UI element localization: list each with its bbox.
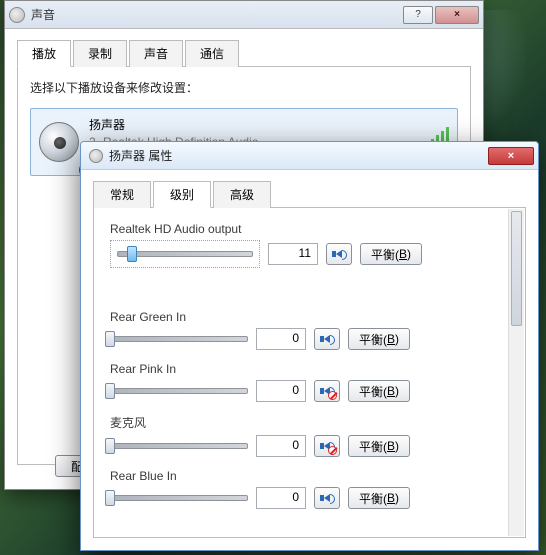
- control-label: 麦克风: [110, 414, 509, 431]
- volume-value[interactable]: 0: [256, 328, 306, 350]
- properties-title: 扬声器 属性: [109, 147, 172, 164]
- close-button[interactable]: ×: [488, 147, 534, 165]
- control-row: 0 平衡(B): [110, 328, 509, 350]
- slider-thumb[interactable]: [105, 490, 115, 506]
- volume-value[interactable]: 0: [256, 435, 306, 457]
- vertical-scrollbar[interactable]: [508, 209, 524, 536]
- slider-thumb[interactable]: [105, 438, 115, 454]
- speaker-small-icon: [89, 149, 103, 163]
- volume-control: 麦克风 0 平衡(B): [110, 414, 509, 457]
- volume-slider[interactable]: [117, 244, 253, 264]
- volume-control: Rear Green In 0 平衡(B): [110, 310, 509, 350]
- volume-slider[interactable]: [110, 381, 248, 401]
- slider-thumb[interactable]: [105, 383, 115, 399]
- control-label: Rear Pink In: [110, 362, 509, 376]
- mute-button[interactable]: [326, 243, 352, 265]
- instruction-text: 选择以下播放设备来修改设置：: [30, 79, 458, 96]
- muted-indicator-icon: [328, 391, 337, 400]
- balance-button[interactable]: 平衡(B): [348, 435, 410, 457]
- balance-button[interactable]: 平衡(B): [348, 328, 410, 350]
- levels-panel: Realtek HD Audio output11平衡(B)Rear Green…: [93, 208, 526, 538]
- close-button[interactable]: ×: [435, 6, 479, 24]
- control-label: Rear Green In: [110, 310, 509, 324]
- volume-control: Rear Blue In 0 平衡(B): [110, 469, 509, 509]
- properties-titlebar[interactable]: 扬声器 属性 ×: [81, 142, 538, 170]
- control-row: 0 平衡(B): [110, 487, 509, 509]
- device-name: 扬声器: [89, 117, 258, 134]
- speaker-icon: [324, 335, 330, 343]
- balance-button[interactable]: 平衡(B): [348, 487, 410, 509]
- properties-body: 常规 级别 高级 Realtek HD Audio output11平衡(B)R…: [81, 170, 538, 550]
- volume-slider[interactable]: [110, 488, 248, 508]
- help-button[interactable]: ?: [403, 6, 433, 24]
- sound-window-title: 声音: [31, 6, 55, 23]
- balance-button[interactable]: 平衡(B): [348, 380, 410, 402]
- mute-button[interactable]: [314, 435, 340, 457]
- volume-value[interactable]: 0: [256, 487, 306, 509]
- slider-thumb[interactable]: [105, 331, 115, 347]
- control-row: 0 平衡(B): [110, 435, 509, 457]
- speaker-icon: [39, 122, 79, 162]
- sound-tabs: 播放 录制 声音 通信: [17, 39, 471, 67]
- scrollbar-thumb[interactable]: [511, 211, 522, 326]
- tab-levels[interactable]: 级别: [153, 181, 211, 208]
- mute-button[interactable]: [314, 328, 340, 350]
- sound-window-titlebar[interactable]: 声音 ? ×: [5, 1, 483, 29]
- tab-recording[interactable]: 录制: [73, 40, 127, 67]
- balance-button[interactable]: 平衡(B): [360, 243, 422, 265]
- mute-button[interactable]: [314, 380, 340, 402]
- speaker-icon: [324, 494, 330, 502]
- volume-slider[interactable]: [110, 436, 248, 456]
- volume-slider[interactable]: [110, 329, 248, 349]
- speaker-small-icon: [9, 7, 25, 23]
- slider-thumb[interactable]: [127, 246, 137, 262]
- tab-advanced[interactable]: 高级: [213, 181, 271, 208]
- control-row: 0 平衡(B): [110, 380, 509, 402]
- control-label: Rear Blue In: [110, 469, 509, 483]
- tab-sounds[interactable]: 声音: [129, 40, 183, 67]
- volume-control: Realtek HD Audio output 11 平衡(B): [110, 222, 509, 268]
- tab-communications[interactable]: 通信: [185, 40, 239, 67]
- speaker-icon: [336, 250, 342, 258]
- properties-tabs: 常规 级别 高级: [93, 180, 526, 208]
- control-row: 11 平衡(B): [110, 240, 509, 268]
- tab-general[interactable]: 常规: [93, 181, 151, 208]
- muted-indicator-icon: [328, 446, 337, 455]
- mute-button[interactable]: [314, 487, 340, 509]
- control-label: Realtek HD Audio output: [110, 222, 509, 236]
- volume-value[interactable]: 0: [256, 380, 306, 402]
- tab-playback[interactable]: 播放: [17, 40, 71, 67]
- speaker-properties-window: 扬声器 属性 × 常规 级别 高级 Realtek HD Audio outpu…: [80, 141, 539, 551]
- volume-value[interactable]: 11: [268, 243, 318, 265]
- volume-control: Rear Pink In 0 平衡(B): [110, 362, 509, 402]
